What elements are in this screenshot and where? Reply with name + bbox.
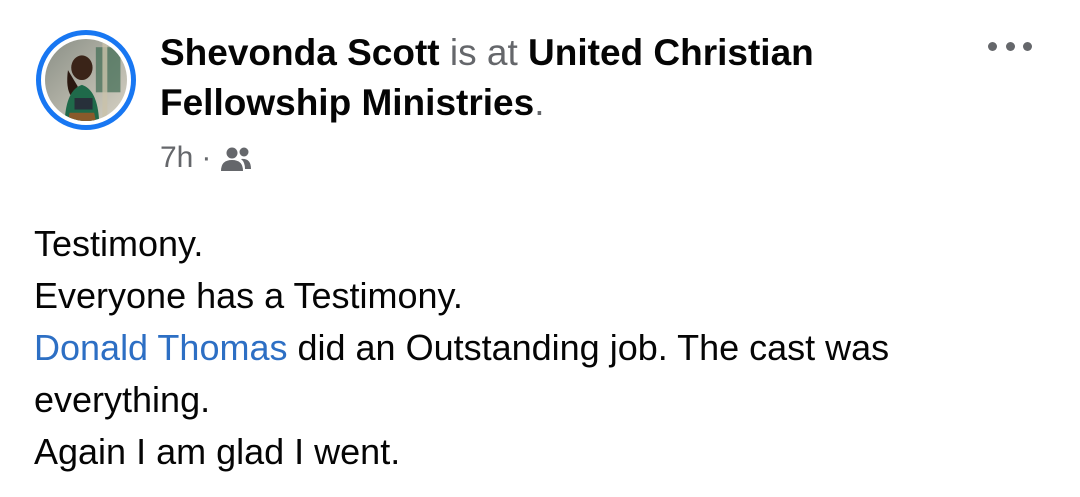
facebook-post: Shevonda Scott is at United Christian Fe… [0,0,1080,497]
location-name-part1[interactable]: United Christian [528,32,814,73]
meta-separator: · [201,141,212,174]
author-avatar[interactable] [36,30,136,130]
avatar-image-icon [45,39,127,121]
post-body: Testimony. Everyone has a Testimony. Don… [34,218,1044,478]
post-timestamp[interactable]: 7h [160,138,193,178]
body-line: Everyone has a Testimony. [34,275,463,316]
more-dot-icon [1023,41,1032,51]
mention-link[interactable]: Donald Thomas [34,327,287,368]
body-line: Again I am glad I went. [34,431,401,472]
post-meta: 7h · [160,138,253,178]
more-dot-icon [988,41,997,51]
avatar-photo [45,39,127,121]
more-options-button[interactable] [988,36,1032,56]
body-line-text: did an Outstanding job. The cast was [287,327,890,368]
body-line: Testimony. [34,223,204,264]
location-name-part2[interactable]: Fellowship Ministries [160,82,534,123]
is-at-text: is at [449,32,518,73]
more-dot-icon [1005,41,1015,51]
friends-icon[interactable] [219,144,253,172]
body-line: Donald Thomas did an Outstanding job. Th… [34,322,1044,374]
author-name[interactable]: Shevonda Scott [160,32,440,73]
body-line: everything. [34,379,211,420]
header-period: . [534,82,545,123]
post-header: Shevonda Scott is at United Christian Fe… [160,28,920,128]
